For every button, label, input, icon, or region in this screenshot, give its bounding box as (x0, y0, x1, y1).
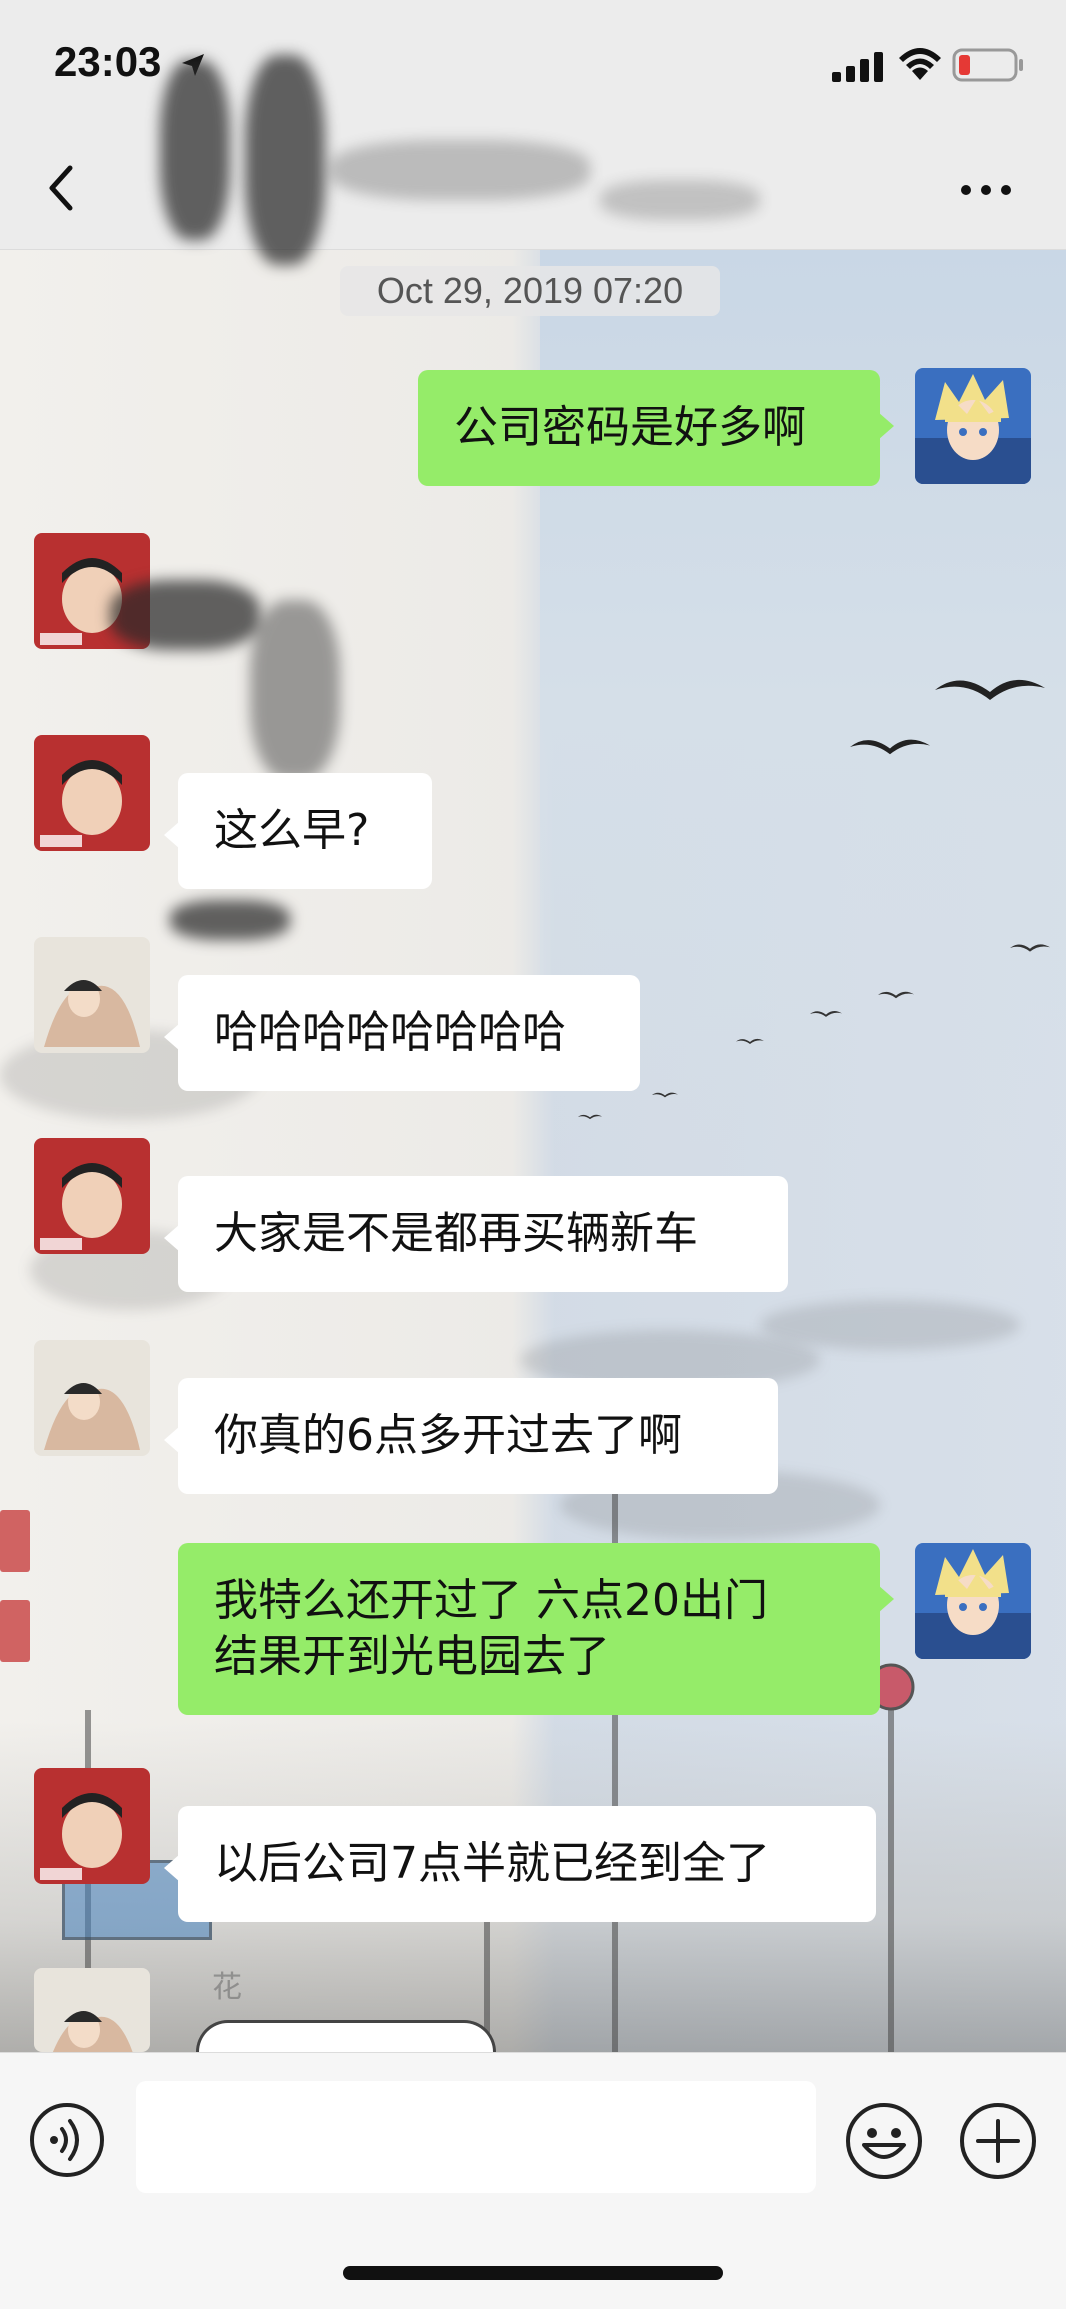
message-bubble-received[interactable]: 以后公司7点半就已经到全了 (164, 1806, 876, 1922)
contact-avatar-b[interactable] (34, 1340, 150, 1456)
bird-icon (736, 1038, 764, 1045)
message-input[interactable] (136, 2081, 816, 2193)
message-bubble-sent[interactable]: 我特么还开过了 六点20出门 结果开到光电园去了 (178, 1543, 894, 1715)
chat-wallpaper (0, 250, 1066, 2052)
more-dots-icon[interactable] (956, 170, 1016, 210)
contact-avatar-b[interactable] (34, 1968, 150, 2052)
wifi-icon (899, 48, 941, 80)
signal-icon (832, 52, 883, 82)
message-bubble-received[interactable]: 哈哈哈哈哈哈哈哈 (164, 975, 640, 1091)
message-bubble-received[interactable]: 你真的6点多开过去了啊 (164, 1378, 778, 1494)
message-bubble-sent[interactable]: 公司密码是好多啊 (418, 370, 894, 486)
bird-icon (652, 1092, 678, 1098)
redaction-mark (170, 900, 290, 940)
redaction-mark (110, 580, 260, 650)
sender-name: 花 (212, 1970, 242, 2005)
wallpaper-ink-cloud (760, 1300, 1020, 1350)
contact-avatar-a[interactable] (34, 1768, 150, 1884)
bird-icon (1010, 944, 1050, 952)
plus-icon[interactable] (958, 2101, 1038, 2181)
message-timestamp: Oct 29, 2019 07:20 (340, 266, 720, 316)
contact-avatar-a[interactable] (34, 735, 150, 851)
wallpaper-pole (888, 1700, 894, 2052)
chevron-left-icon[interactable] (40, 158, 80, 218)
my-avatar[interactable] (915, 368, 1031, 484)
redaction-mark (160, 60, 230, 240)
message-bubble-received[interactable]: 大家是不是都再买辆新车 (164, 1176, 788, 1292)
bird-icon (578, 1114, 602, 1120)
redaction-mark (250, 600, 340, 780)
battery-low-icon (952, 48, 1023, 82)
seal-stamp (0, 1510, 30, 1572)
status-bar: 23:03 (0, 0, 1066, 130)
home-indicator (343, 2266, 723, 2280)
contact-avatar-b[interactable] (34, 937, 150, 1053)
voice-icon[interactable] (28, 2101, 106, 2179)
bird-icon (810, 1011, 842, 1017)
message-bubble-received[interactable]: 这么早? (164, 773, 432, 889)
bird-icon (935, 679, 1045, 700)
status-time: 23:03 (54, 38, 162, 85)
contact-avatar-a[interactable] (34, 1138, 150, 1254)
image-message-preview[interactable] (196, 2020, 496, 2052)
my-avatar[interactable] (915, 1543, 1031, 1659)
redaction-mark (600, 180, 760, 220)
bird-icon (878, 991, 914, 999)
bird-icon (850, 739, 930, 755)
redaction-mark (245, 55, 325, 265)
redaction-mark (330, 140, 590, 200)
emoji-icon[interactable] (844, 2101, 924, 2181)
seal-stamp (0, 1600, 30, 1662)
